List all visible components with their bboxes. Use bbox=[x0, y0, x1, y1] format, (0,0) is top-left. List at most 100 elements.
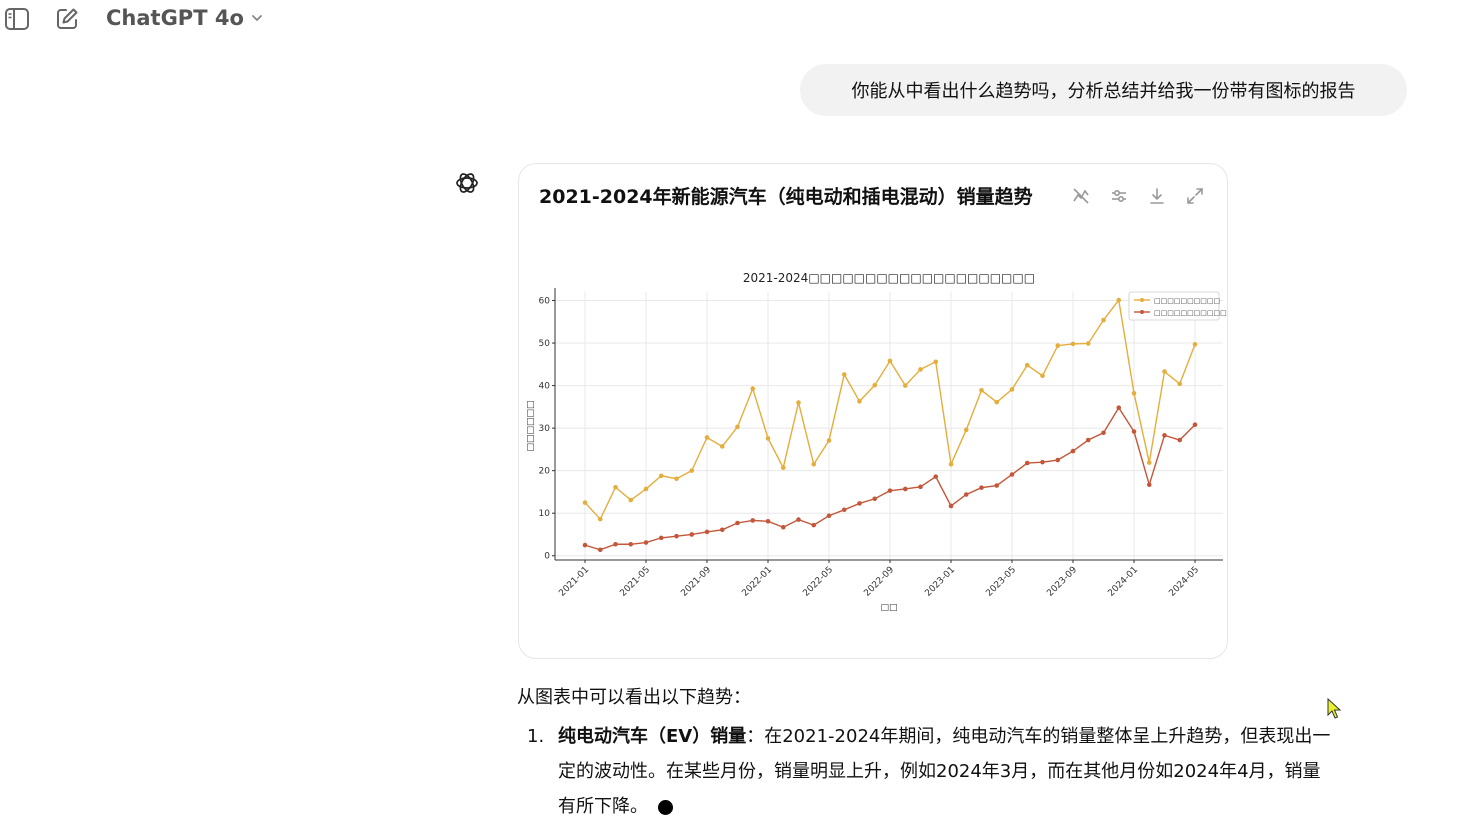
series-2-point bbox=[1040, 459, 1045, 465]
series-1-point bbox=[719, 444, 725, 449]
series-1-point bbox=[674, 476, 679, 482]
series-1-point bbox=[872, 382, 878, 388]
mouse-cursor-icon bbox=[1327, 697, 1343, 724]
series-1-point bbox=[765, 436, 771, 441]
series-2-point bbox=[887, 488, 893, 493]
series-1-point bbox=[887, 358, 893, 364]
model-name-label: ChatGPT 4o bbox=[106, 6, 244, 30]
series-2-point bbox=[582, 542, 588, 548]
response-intro: 从图表中可以看出以下趋势： bbox=[517, 687, 751, 708]
series-2-point bbox=[780, 524, 786, 530]
series-2-point bbox=[1162, 433, 1167, 438]
sidebar-toggle-icon[interactable] bbox=[4, 6, 30, 32]
legend-swatch-marker bbox=[1140, 298, 1144, 302]
series-2-point bbox=[1192, 422, 1198, 428]
chart-card: 2021-2024年新能源汽车（纯电动和插电混动）销量趋势 0 10 20 30 40 5… bbox=[518, 163, 1228, 659]
series-1-point bbox=[948, 461, 954, 467]
y-tick-label: 20 bbox=[539, 467, 551, 477]
sales-trend-line-chart: 0 10 20 30 40 50 60 2021-01 2021-05 2021-09 2022-0… bbox=[526, 271, 1227, 613]
series-2-point bbox=[796, 517, 801, 522]
series-2-point bbox=[902, 486, 908, 492]
series-1-point bbox=[1192, 342, 1198, 347]
series-1-point bbox=[826, 438, 832, 443]
series-2-point bbox=[719, 527, 725, 533]
series-2-point bbox=[933, 474, 939, 479]
series-2-point bbox=[994, 483, 1000, 488]
series-1-point bbox=[613, 484, 618, 490]
series-2-point bbox=[1070, 448, 1076, 454]
series-1-point bbox=[857, 399, 862, 404]
user-message-bubble: 你能从中看出什么趋势吗，分析总结并给我一份带有图标的报告 bbox=[800, 64, 1407, 116]
series-1-point bbox=[658, 473, 664, 479]
series-1-point bbox=[689, 468, 695, 473]
series-1-point bbox=[704, 435, 710, 440]
series-1-point bbox=[1009, 387, 1015, 392]
series-1-point bbox=[933, 359, 939, 365]
series-2-point bbox=[979, 485, 984, 490]
x-tick-label: 2021-09 bbox=[679, 565, 713, 599]
x-tick-label: 2022-09 bbox=[862, 565, 896, 599]
series-2-point bbox=[1146, 482, 1152, 488]
assistant-response: 从图表中可以看出以下趋势： 1. 纯电动汽车（EV）销量：在2021-2024年… bbox=[517, 683, 1417, 824]
series-1-point bbox=[979, 387, 984, 393]
series-1-point bbox=[811, 461, 817, 467]
chevron-down-icon bbox=[250, 6, 264, 30]
series-2-point bbox=[963, 492, 969, 497]
series-2-point bbox=[1116, 405, 1122, 411]
series-2-point bbox=[765, 518, 771, 524]
series-2-point bbox=[1085, 437, 1091, 443]
series-2-point bbox=[597, 547, 603, 553]
series-2-point bbox=[1009, 472, 1015, 477]
series-2-point bbox=[735, 520, 740, 526]
series-2-point bbox=[1055, 457, 1061, 463]
series-1-point bbox=[643, 486, 649, 492]
series-2-point bbox=[750, 518, 756, 523]
series-1-point bbox=[1131, 390, 1137, 396]
series-2-point bbox=[1177, 437, 1183, 443]
plot-title: 2021-2024□□□□□□□□□□□□□□□□□□□□ bbox=[743, 271, 1035, 285]
series-2-point bbox=[918, 484, 923, 490]
x-tick-label: 2024-01 bbox=[1106, 565, 1140, 599]
series-1-point bbox=[628, 497, 634, 503]
series-1-point bbox=[796, 400, 801, 405]
new-chat-icon[interactable] bbox=[54, 6, 80, 32]
series-2-point bbox=[1131, 429, 1137, 434]
y-tick-label: 10 bbox=[539, 509, 551, 519]
assistant-avatar bbox=[450, 166, 484, 200]
x-tick-label: 2023-09 bbox=[1045, 565, 1079, 599]
x-tick-label: 2021-05 bbox=[618, 565, 652, 599]
series-1-point bbox=[1040, 373, 1045, 379]
series-1-point bbox=[918, 367, 923, 372]
series-2-point bbox=[1101, 430, 1106, 436]
x-tick-label: 2022-01 bbox=[740, 565, 774, 599]
list-item: 1. 纯电动汽车（EV）销量：在2021-2024年期间，纯电动汽车的销量整体呈… bbox=[517, 719, 1417, 824]
user-message-text: 你能从中看出什么趋势吗，分析总结并给我一份带有图标的报告 bbox=[851, 81, 1356, 102]
series-2-point bbox=[613, 541, 618, 547]
series-2-point bbox=[658, 535, 664, 541]
series-1-point bbox=[1116, 297, 1122, 303]
x-tick-label: 2023-01 bbox=[923, 565, 957, 599]
series-1-point bbox=[1162, 369, 1167, 374]
series-2-point bbox=[841, 507, 847, 513]
typing-indicator-dot bbox=[658, 799, 673, 815]
y-tick-label: 50 bbox=[539, 339, 551, 349]
model-selector[interactable]: ChatGPT 4o bbox=[106, 6, 264, 30]
series-1-point bbox=[1070, 341, 1076, 347]
top-bar: ChatGPT 4o bbox=[0, 0, 1465, 40]
series-1-point bbox=[1024, 362, 1030, 368]
series-2-point bbox=[689, 532, 695, 537]
series-1-point bbox=[1085, 341, 1091, 346]
series-2-point bbox=[628, 541, 634, 547]
series-1-point bbox=[1101, 317, 1106, 323]
series-2-point bbox=[674, 533, 679, 539]
series-1-point bbox=[582, 500, 588, 505]
list-item-line-3: 有所下降。 bbox=[558, 796, 648, 817]
series-2-point bbox=[704, 529, 710, 535]
series-2-point bbox=[826, 513, 832, 519]
list-item-line-1: ：在2021-2024年期间，纯电动汽车的销量整体呈上升趋势，但表现出一 bbox=[746, 726, 1331, 747]
x-tick-label: 2022-05 bbox=[801, 565, 835, 599]
series-2-point bbox=[1024, 460, 1030, 466]
series-1-point bbox=[750, 386, 756, 391]
list-number: 1. bbox=[527, 726, 545, 747]
series-1-point bbox=[963, 427, 969, 433]
